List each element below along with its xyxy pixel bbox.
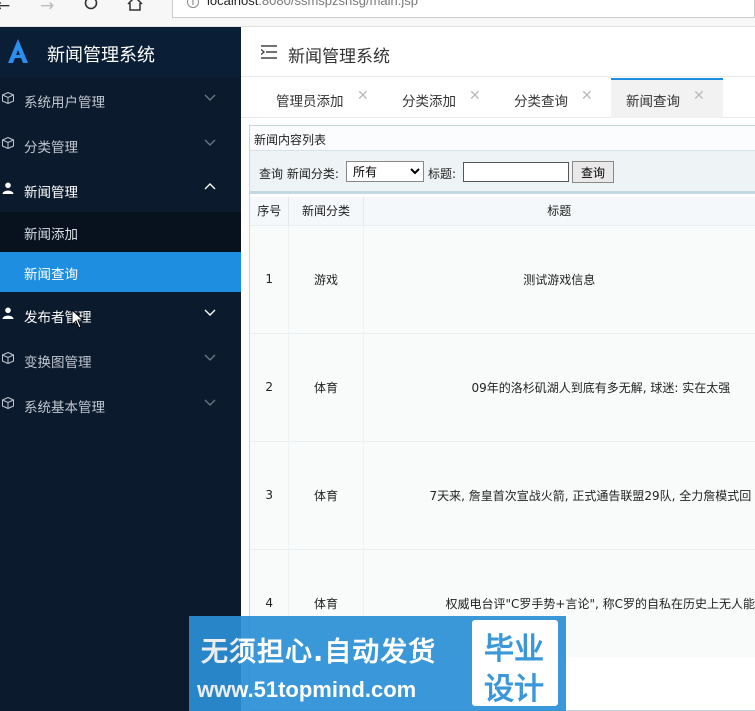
cell-title: 09年的洛杉矶湖人到底有多无解, 球迷: 实在太强 [363, 332, 755, 441]
cell-title: 7天来, 詹皇首次宣战火箭, 正式通告联盟29队, 全力詹模式回 [363, 440, 755, 549]
tab-admin-add[interactable]: 管理员添加 ✕ [261, 78, 381, 118]
watermark-badge-text: 设计 [484, 672, 544, 707]
sidebar-item-system-users[interactable]: 系统用户管理 [0, 77, 241, 121]
title-filter-label: 标题: [428, 167, 457, 181]
close-icon[interactable]: ✕ [693, 88, 705, 104]
sidebar-subitem-label: 新闻查询 [24, 267, 78, 283]
search-toolbar: 查询 新闻分类: 所有 标题: 查询 [250, 151, 755, 194]
user-icon [2, 307, 14, 319]
cube-icon [2, 137, 14, 149]
title-search-input[interactable] [463, 162, 569, 182]
close-icon[interactable]: ✕ [469, 88, 481, 104]
category-select[interactable]: 所有 [346, 161, 424, 182]
tab-category-query[interactable]: 分类查询 ✕ [499, 78, 605, 118]
column-header: 标题 [363, 197, 755, 225]
sidebar-item-carousel[interactable]: 变换图管理 [0, 337, 241, 381]
table-row[interactable]: 1 游戏 测试游戏信息 [250, 224, 755, 333]
tab-label: 分类添加 [402, 94, 456, 110]
logo-icon [8, 39, 28, 63]
address-bar[interactable]: i localhost:8080/ssmspzshsg/main.jsp [172, 0, 755, 18]
cube-icon [2, 92, 14, 104]
url-path: :8080/ssmspzshsg/main.jsp [258, 0, 418, 8]
cell-index: 3 [250, 440, 290, 549]
sidebar-item-label: 变换图管理 [24, 355, 92, 371]
tab-label: 新闻查询 [626, 94, 680, 110]
cell-category: 体育 [288, 440, 364, 549]
category-filter-label: 查询 新闻分类: [259, 167, 339, 181]
sidebar-item-label: 系统用户管理 [24, 95, 105, 111]
watermark-text: 无须担心.自动发货 [201, 637, 437, 668]
chevron-up-icon [204, 183, 216, 190]
tab-bar: 管理员添加 ✕ 分类添加 ✕ 分类查询 ✕ 新闻查询 ✕ [241, 78, 755, 118]
cell-category: 体育 [288, 332, 364, 441]
app-title: 新闻管理系统 [47, 45, 155, 66]
sidebar-item-label: 系统基本管理 [24, 400, 105, 416]
page-title: 新闻管理系统 [288, 47, 390, 67]
info-icon[interactable]: i [187, 0, 199, 8]
sidebar-item-category[interactable]: 分类管理 [0, 122, 241, 166]
chevron-down-icon [204, 94, 216, 101]
tab-label: 分类查询 [514, 94, 568, 110]
forward-icon[interactable]: → [40, 0, 54, 20]
table-row[interactable]: 2 体育 09年的洛杉矶湖人到底有多无解, 球迷: 实在太强 [250, 332, 755, 441]
sidebar-logo: 新闻管理系统 [0, 27, 241, 77]
sidebar-item-label: 新闻管理 [24, 185, 78, 201]
sidebar-item-system-basic[interactable]: 系统基本管理 [0, 382, 241, 426]
chevron-down-icon [204, 399, 216, 406]
column-header: 新闻分类 [288, 197, 364, 225]
back-icon[interactable]: ← [0, 0, 10, 20]
table-header-row: 序号 新闻分类 标题 [250, 197, 755, 225]
watermark-badge: 毕业 设计 [472, 620, 558, 707]
cell-index: 2 [250, 332, 290, 441]
user-icon [2, 182, 14, 194]
menu-toggle-icon[interactable] [261, 45, 277, 59]
tab-news-query[interactable]: 新闻查询 ✕ [611, 78, 723, 118]
watermark-banner: 无须担心.自动发货 www.51topmind.com 毕业 设计 [189, 616, 566, 711]
home-icon[interactable] [127, 0, 143, 11]
panel-title: 新闻内容列表 [250, 126, 755, 151]
tab-label: 管理员添加 [276, 94, 344, 110]
cube-icon [2, 397, 14, 409]
top-header: 新闻管理系统 [241, 27, 755, 77]
chevron-down-icon [204, 139, 216, 146]
sidebar-subitem-news-query[interactable]: 新闻查询 [0, 252, 241, 292]
column-header: 序号 [250, 197, 290, 225]
chevron-down-icon [204, 354, 216, 361]
sidebar-item-news[interactable]: 新闻管理 [0, 167, 241, 211]
chevron-down-icon [204, 309, 216, 316]
table-row[interactable]: 3 体育 7天来, 詹皇首次宣战火箭, 正式通告联盟29队, 全力詹模式回 [250, 440, 755, 549]
tab-category-add[interactable]: 分类添加 ✕ [387, 78, 493, 118]
sidebar: 新闻管理系统 系统用户管理 分类管理 新闻管理 新闻添加 新闻查询 发布者管理 … [0, 27, 241, 711]
cell-index: 1 [250, 224, 290, 333]
close-icon[interactable]: ✕ [357, 88, 369, 104]
sidebar-subitem-news-add[interactable]: 新闻添加 [0, 212, 241, 252]
sidebar-subitem-label: 新闻添加 [24, 227, 78, 243]
mouse-cursor-icon [71, 309, 83, 329]
browser-toolbar: ← → i localhost:8080/ssmspzshsg/main.jsp [0, 0, 755, 27]
search-button[interactable]: 查询 [572, 161, 614, 183]
cell-title: 测试游戏信息 [363, 224, 755, 333]
watermark-url: www.51topmind.com [197, 677, 417, 702]
refresh-icon[interactable] [84, 0, 98, 10]
cube-icon [2, 352, 14, 364]
close-icon[interactable]: ✕ [581, 88, 593, 104]
url-host: localhost [207, 0, 259, 8]
sidebar-item-label: 分类管理 [24, 140, 78, 156]
sidebar-item-publisher[interactable]: 发布者管理 [0, 292, 241, 336]
cell-category: 游戏 [288, 224, 364, 333]
watermark-badge-text: 毕业 [484, 632, 544, 667]
news-table: 序号 新闻分类 标题 1 游戏 测试游戏信息 2 体育 09年的洛杉矶湖人到底有… [250, 197, 755, 657]
